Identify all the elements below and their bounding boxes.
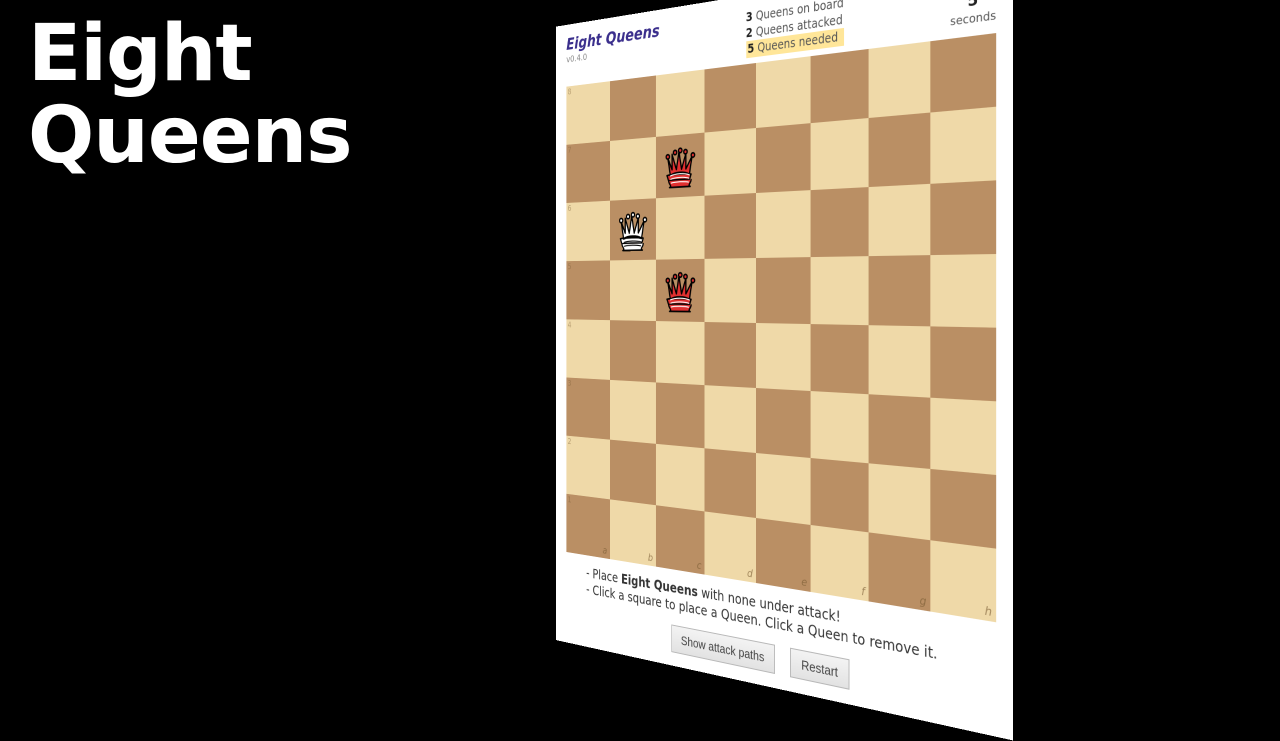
rank-label: 3 — [568, 379, 572, 388]
square-g5[interactable] — [869, 255, 931, 326]
square-e7[interactable] — [756, 123, 811, 193]
rank-label: 1 — [568, 495, 572, 504]
square-e3[interactable] — [756, 388, 811, 458]
rank-label: 8 — [568, 87, 572, 96]
square-h4[interactable] — [930, 326, 996, 401]
square-f1[interactable]: f — [811, 525, 869, 601]
file-label: h — [985, 603, 992, 619]
square-e6[interactable] — [756, 190, 811, 258]
stats-block: 3 Queens on board 2 Queens attacked 5 Qu… — [746, 0, 844, 58]
file-label: f — [861, 584, 865, 598]
queen-icon[interactable] — [610, 198, 656, 260]
square-b5[interactable] — [610, 259, 656, 320]
square-h1[interactable]: h — [930, 540, 996, 622]
square-g3[interactable] — [869, 394, 931, 469]
file-label: c — [697, 558, 702, 571]
square-d5[interactable] — [705, 258, 756, 323]
square-b4[interactable] — [610, 320, 656, 382]
square-d8[interactable] — [705, 63, 756, 133]
square-a5[interactable]: 5 — [566, 260, 610, 320]
square-e5[interactable] — [756, 257, 811, 324]
square-c4[interactable] — [656, 321, 705, 385]
header-left: Eight Queens v0.4.0 — [566, 23, 659, 65]
board-wrap: 8 7 6 5 — [566, 33, 996, 622]
rank-label: 2 — [568, 437, 572, 446]
square-g6[interactable] — [869, 183, 931, 255]
timer-block: playing 5 seconds — [950, 0, 996, 29]
file-label: b — [648, 551, 653, 564]
square-g2[interactable] — [869, 463, 931, 540]
rank-label: 4 — [568, 321, 572, 330]
chess-board: 8 7 6 5 — [566, 33, 996, 622]
square-g4[interactable] — [869, 325, 931, 397]
square-a8[interactable]: 8 — [566, 81, 610, 145]
square-c8[interactable] — [656, 69, 705, 136]
square-d7[interactable] — [705, 128, 756, 196]
square-f4[interactable] — [811, 324, 869, 394]
square-h3[interactable] — [930, 397, 996, 474]
square-c3[interactable] — [656, 382, 705, 448]
square-b2[interactable] — [610, 439, 656, 505]
file-label: g — [920, 593, 927, 608]
square-a6[interactable]: 6 — [566, 200, 610, 260]
square-a7[interactable]: 7 — [566, 141, 610, 203]
square-g1[interactable]: g — [869, 532, 931, 611]
square-b6[interactable] — [610, 198, 656, 260]
square-f3[interactable] — [811, 391, 869, 463]
square-b1[interactable]: b — [610, 499, 656, 566]
square-h8[interactable] — [930, 33, 996, 113]
square-e2[interactable] — [756, 453, 811, 525]
square-f8[interactable] — [811, 48, 869, 122]
square-c7[interactable] — [656, 132, 705, 198]
square-b8[interactable] — [610, 75, 656, 140]
queen-attacked-icon[interactable] — [656, 258, 705, 321]
square-h7[interactable] — [930, 106, 996, 183]
square-a4[interactable]: 4 — [566, 319, 610, 380]
square-d4[interactable] — [705, 322, 756, 388]
square-h6[interactable] — [930, 180, 996, 255]
square-g8[interactable] — [869, 41, 931, 118]
square-h2[interactable] — [930, 468, 996, 548]
rank-label: 6 — [568, 204, 572, 213]
square-a3[interactable]: 3 — [566, 377, 610, 439]
square-f5[interactable] — [811, 256, 869, 325]
square-e1[interactable]: e — [756, 518, 811, 592]
rank-label: 7 — [568, 146, 572, 155]
square-d2[interactable] — [705, 448, 756, 518]
square-c1[interactable]: c — [656, 505, 705, 574]
square-a2[interactable]: 2 — [566, 435, 610, 499]
rank-label: 5 — [568, 262, 572, 271]
restart-button[interactable]: Restart — [790, 647, 849, 689]
file-label: e — [801, 575, 807, 589]
show-attack-paths-button[interactable]: Show attack paths — [671, 624, 775, 674]
square-e8[interactable] — [756, 56, 811, 128]
file-label: a — [603, 544, 608, 557]
game-card: Eight Queens v0.4.0 3 Queens on board 2 … — [556, 0, 1013, 740]
square-a1[interactable]: 1a — [566, 493, 610, 558]
square-c2[interactable] — [656, 443, 705, 511]
square-d6[interactable] — [705, 193, 756, 259]
square-f6[interactable] — [811, 187, 869, 257]
square-h5[interactable] — [930, 254, 996, 328]
square-c5[interactable] — [656, 258, 705, 321]
file-label: d — [747, 566, 753, 580]
queen-attacked-icon[interactable] — [656, 132, 705, 198]
perspective-stage: Eight Queens v0.4.0 3 Queens on board 2 … — [0, 0, 1280, 640]
square-b7[interactable] — [610, 136, 656, 200]
square-b3[interactable] — [610, 379, 656, 443]
square-d3[interactable] — [705, 385, 756, 453]
square-f2[interactable] — [811, 458, 869, 532]
square-f7[interactable] — [811, 118, 869, 190]
square-d1[interactable]: d — [705, 511, 756, 583]
square-c6[interactable] — [656, 195, 705, 259]
square-g7[interactable] — [869, 112, 931, 187]
square-e4[interactable] — [756, 323, 811, 391]
